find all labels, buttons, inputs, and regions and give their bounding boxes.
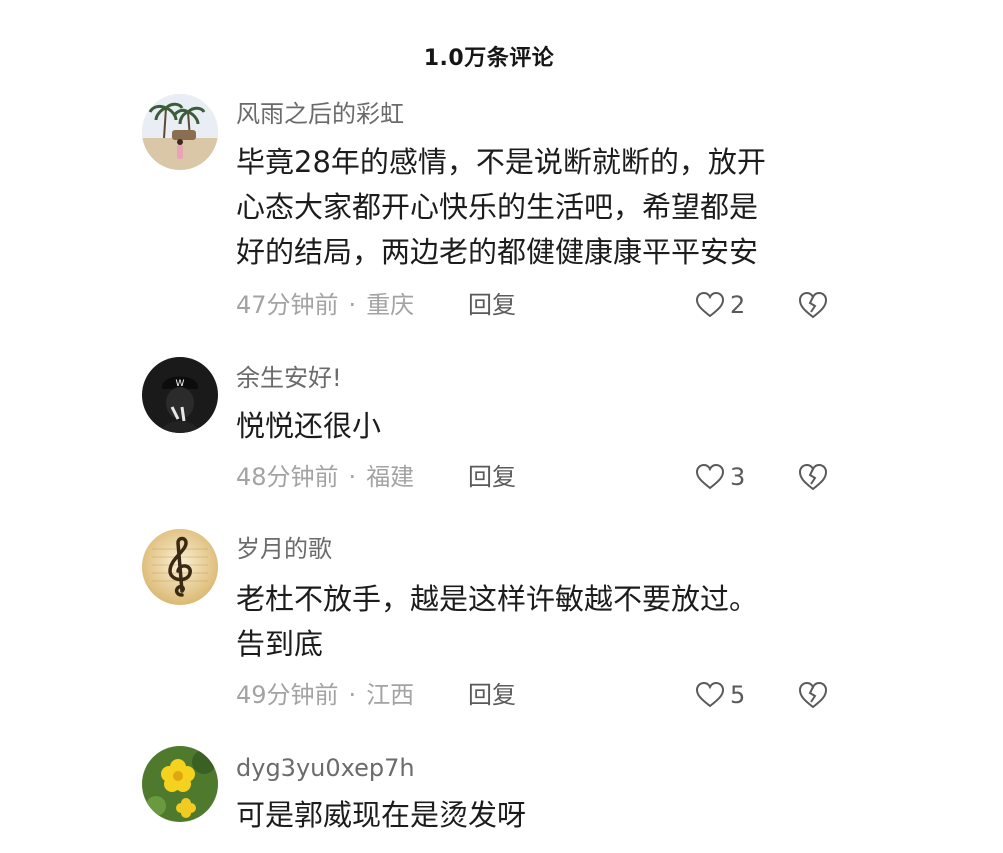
comment-text-line: 好的结局，两边老的都健健康康平平安安 <box>236 235 759 269</box>
comment-location: 福建 <box>366 463 415 491</box>
broken-heart-icon <box>798 291 828 319</box>
yellow-flower-avatar-icon <box>142 746 218 822</box>
like-button[interactable]: 3 <box>695 460 745 494</box>
username[interactable]: 风雨之后的彩虹 <box>236 98 404 130</box>
treble-clef-avatar-icon <box>142 529 218 605</box>
username[interactable]: 余生安好! <box>236 362 342 394</box>
meta-separator: · <box>348 681 357 709</box>
broken-heart-icon <box>798 463 828 491</box>
like-button[interactable]: 5 <box>695 678 745 712</box>
user-avatar[interactable] <box>142 746 218 822</box>
username[interactable]: 岁月的歌 <box>236 533 332 565</box>
reply-button[interactable]: 回复 <box>468 678 516 712</box>
dark-cap-avatar-icon: W <box>142 357 218 433</box>
comment-location: 重庆 <box>366 291 415 319</box>
like-count: 5 <box>730 681 746 709</box>
comment-meta: 49分钟前 · 江西 <box>236 678 414 712</box>
comment-text-line: 心态大家都开心快乐的生活吧，希望都是 <box>236 190 759 224</box>
reply-button[interactable]: 回复 <box>468 288 516 322</box>
heart-icon <box>695 291 725 318</box>
user-avatar[interactable]: W <box>142 357 218 433</box>
comment-text-line: 告到底 <box>236 627 324 661</box>
user-avatar[interactable] <box>142 94 218 170</box>
comments-count-title: 1.0万条评论 <box>423 46 555 71</box>
reply-button[interactable]: 回复 <box>468 460 516 494</box>
comment-meta: 47分钟前 · 重庆 <box>236 288 414 322</box>
comment-location: 江西 <box>366 681 415 709</box>
comment-text: 可是郭威现在是烫发呀 <box>236 793 836 838</box>
heart-icon <box>695 463 725 490</box>
user-avatar[interactable] <box>142 529 218 605</box>
like-count: 3 <box>730 463 746 491</box>
like-count: 2 <box>730 291 746 319</box>
comment-time: 49分钟前 <box>236 681 339 709</box>
meta-separator: · <box>348 463 357 491</box>
dislike-button[interactable] <box>797 288 829 322</box>
heart-icon <box>695 681 725 708</box>
broken-heart-icon <box>798 681 828 709</box>
comment-meta: 48分钟前 · 福建 <box>236 460 414 494</box>
like-button[interactable]: 2 <box>695 288 745 322</box>
comment-text: 毕竟28年的感情，不是说断就断的，放开 心态大家都开心快乐的生活吧，希望都是 好… <box>236 140 836 275</box>
dislike-button[interactable] <box>797 460 829 494</box>
dislike-button[interactable] <box>797 678 829 712</box>
comment-text: 老杜不放手，越是这样许敏越不要放过。 告到底 <box>236 577 836 667</box>
meta-separator: · <box>348 291 357 319</box>
comment-time: 47分钟前 <box>236 291 339 319</box>
comment-text: 悦悦还很小 <box>236 404 836 449</box>
beach-palm-avatar-icon <box>142 94 218 170</box>
comment-text-line: 老杜不放手，越是这样许敏越不要放过。 <box>236 582 759 616</box>
comment-time: 48分钟前 <box>236 463 339 491</box>
comment-text-line: 悦悦还很小 <box>236 409 382 443</box>
username[interactable]: dyg3yu0xep7h <box>236 752 415 784</box>
comment-text-line: 毕竟28年的感情，不是说断就断的，放开 <box>236 145 766 179</box>
comment-text-line: 可是郭威现在是烫发呀 <box>236 798 527 832</box>
